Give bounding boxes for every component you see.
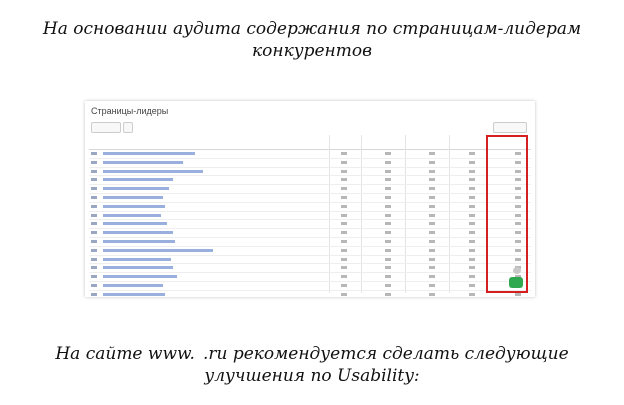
table-row: [89, 159, 531, 168]
recommendation-line2: улучшения по Usability:: [204, 366, 420, 386]
table-row: [89, 282, 531, 291]
table-row: [89, 247, 531, 256]
table-row: [89, 203, 531, 212]
table-row: [89, 150, 531, 159]
highlighted-column-frame: [486, 135, 528, 293]
table-row: [89, 273, 531, 282]
table-row: [89, 168, 531, 177]
screenshot-title: Страницы-лидеры: [91, 106, 169, 116]
table-row: [89, 220, 531, 230]
table-row: [89, 238, 531, 247]
table-row: [89, 291, 531, 297]
leader-pages-screenshot: Страницы-лидеры: [85, 101, 535, 297]
filter-options-button: [123, 122, 133, 133]
intro-heading: На основании аудита содержания по страни…: [0, 18, 624, 62]
filter-button: [91, 122, 121, 133]
table-row: [89, 185, 531, 194]
table-header: [89, 135, 531, 150]
recommendation-prefix: На сайте www.: [55, 344, 195, 364]
chat-badge: [509, 277, 523, 288]
table-row: [89, 264, 531, 274]
table-row: [89, 194, 531, 203]
intro-heading-line2: конкурентов: [252, 41, 372, 61]
recommendation-suffix: .ru рекомендуется сделать следующие: [202, 344, 569, 364]
table-row: [89, 176, 531, 186]
table-row: [89, 212, 531, 221]
table-row: [89, 229, 531, 238]
leader-pages-table: [89, 135, 531, 296]
intro-heading-line1: На основании аудита содержания по страни…: [42, 19, 582, 39]
export-button: [493, 122, 527, 133]
recommendation-heading: На сайте www. .ru рекомендуется сделать с…: [0, 343, 624, 387]
table-rows: [89, 150, 531, 297]
screenshot-toolbar: [89, 121, 531, 133]
table-row: [89, 256, 531, 265]
scroll-badge: [513, 267, 521, 274]
